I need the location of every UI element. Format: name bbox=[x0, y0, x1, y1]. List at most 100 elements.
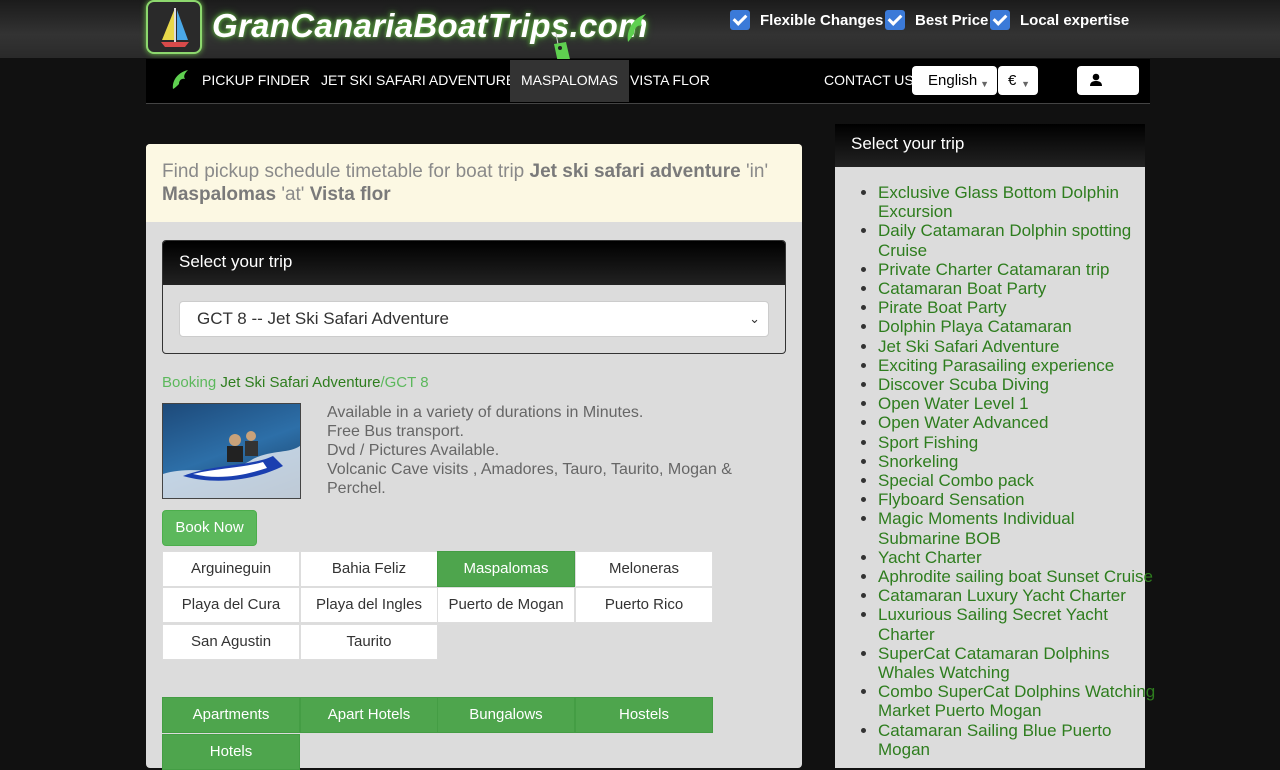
notice-text: 'at' bbox=[276, 184, 310, 205]
location-playa-del-cura[interactable]: Playa del Cura bbox=[162, 587, 300, 623]
list-item: Sport Fishing bbox=[878, 433, 1160, 452]
dolphin-icon bbox=[627, 14, 646, 42]
checkmark-icon bbox=[990, 10, 1010, 30]
nav-vista-flor[interactable]: VISTA FLOR bbox=[619, 60, 721, 102]
jet-ski-image bbox=[163, 431, 300, 498]
notice-text: 'in' bbox=[740, 161, 769, 182]
sidebar-trip-link[interactable]: Catamaran Sailing Blue Puerto Mogan bbox=[878, 721, 1111, 759]
sidebar-trip-link[interactable]: Catamaran Luxury Yacht Charter bbox=[878, 586, 1126, 605]
list-item: Catamaran Luxury Yacht Charter bbox=[878, 586, 1160, 605]
list-item: Aphrodite sailing boat Sunset Cruise bbox=[878, 567, 1160, 586]
sidebar-trip-link[interactable]: SuperCat Catamaran Dolphins Whales Watch… bbox=[878, 644, 1110, 682]
trip-description: Available in a variety of durations in M… bbox=[322, 403, 782, 498]
list-item: Exclusive Glass Bottom Dolphin Excursion bbox=[878, 183, 1160, 221]
caret-down-icon: ▼ bbox=[980, 79, 989, 89]
sidebar-trip-link[interactable]: Special Combo pack bbox=[878, 471, 1034, 490]
location-puerto-rico[interactable]: Puerto Rico bbox=[575, 587, 713, 623]
feature-flexible-changes: Flexible Changes bbox=[730, 8, 883, 32]
list-item: Catamaran Sailing Blue Puerto Mogan bbox=[878, 721, 1160, 759]
select-trip-panel: Select your trip GCT 8 -- Jet Ski Safari… bbox=[162, 240, 786, 354]
sidebar-trip-link[interactable]: Open Water Level 1 bbox=[878, 394, 1029, 413]
location-san-agustin[interactable]: San Agustin bbox=[162, 624, 300, 660]
description-line: Free Bus transport. bbox=[327, 423, 464, 440]
breadcrumb-trip-link[interactable]: Jet Ski Safari Adventure bbox=[220, 374, 380, 391]
nav-maspalomas[interactable]: MASPALOMAS bbox=[510, 60, 629, 102]
sidebar-trip-link[interactable]: Flyboard Sensation bbox=[878, 490, 1024, 509]
location-arguineguin[interactable]: Arguineguin bbox=[162, 551, 300, 587]
sidebar-trip-link[interactable]: Sport Fishing bbox=[878, 433, 978, 452]
user-account-button[interactable] bbox=[1077, 66, 1139, 95]
sidebar-trip-link[interactable]: Magic Moments Individual Submarine BOB bbox=[878, 509, 1075, 547]
category-apartments[interactable]: Apartments bbox=[162, 697, 300, 733]
logo-badge[interactable] bbox=[146, 0, 202, 54]
nav-jet-ski-safari[interactable]: JET SKI SAFARI ADVENTURE bbox=[310, 60, 526, 102]
breadcrumb-code: /GCT 8 bbox=[380, 374, 429, 391]
sidebar-trip-link[interactable]: Daily Catamaran Dolphin spotting Cruise bbox=[878, 221, 1131, 259]
category-apart-hotels[interactable]: Apart Hotels bbox=[300, 697, 438, 733]
sidebar-trip-link[interactable]: Private Charter Catamaran trip bbox=[878, 260, 1109, 279]
sidebar-trip-link[interactable]: Open Water Advanced bbox=[878, 413, 1048, 432]
location-bahia-feliz[interactable]: Bahia Feliz bbox=[300, 551, 438, 587]
sidebar-trip-link[interactable]: Exclusive Glass Bottom Dolphin Excursion bbox=[878, 183, 1119, 221]
location-taurito[interactable]: Taurito bbox=[300, 624, 438, 660]
feature-best-price: Best Price bbox=[885, 8, 988, 32]
notice-area: Maspalomas bbox=[162, 184, 277, 205]
sidebar-trip-link[interactable]: Combo SuperCat Dolphins Watching Market … bbox=[878, 682, 1155, 720]
list-item: Snorkeling bbox=[878, 452, 1160, 471]
category-hostels[interactable]: Hostels bbox=[575, 697, 713, 733]
language-select[interactable]: English ▼ bbox=[912, 66, 997, 95]
sidebar-trip-link[interactable]: Jet Ski Safari Adventure bbox=[878, 337, 1059, 356]
list-item: Jet Ski Safari Adventure bbox=[878, 337, 1160, 356]
sidebar-trip-list: Select your trip Exclusive Glass Bottom … bbox=[835, 124, 1155, 768]
list-item: Magic Moments Individual Submarine BOB bbox=[878, 509, 1160, 547]
list-item: Exciting Parasailing experience bbox=[878, 356, 1160, 375]
pickup-notice: Find pickup schedule timetable for boat … bbox=[146, 144, 802, 222]
list-item: Catamaran Boat Party bbox=[878, 279, 1160, 298]
description-line: Available in a variety of durations in M… bbox=[327, 404, 644, 421]
location-meloneras[interactable]: Meloneras bbox=[575, 551, 713, 587]
nav-contact-us[interactable]: CONTACT US bbox=[813, 60, 925, 102]
language-value: English bbox=[928, 72, 978, 89]
list-item: Discover Scuba Diving bbox=[878, 375, 1160, 394]
category-hotels[interactable]: Hotels bbox=[162, 734, 300, 770]
notice-trip: Jet ski safari adventure bbox=[529, 161, 741, 182]
sidebar-list: Exclusive Glass Bottom Dolphin Excursion… bbox=[858, 183, 1160, 759]
checkmark-icon bbox=[730, 10, 750, 30]
location-maspalomas[interactable]: Maspalomas bbox=[437, 551, 575, 587]
list-item: Luxurious Sailing Secret Yacht Charter bbox=[878, 605, 1160, 643]
caret-down-icon: ▼ bbox=[1021, 79, 1030, 89]
list-item: SuperCat Catamaran Dolphins Whales Watch… bbox=[878, 644, 1160, 682]
sidebar-trip-link[interactable]: Pirate Boat Party bbox=[878, 298, 1007, 317]
sidebar-trip-link[interactable]: Luxurious Sailing Secret Yacht Charter bbox=[878, 605, 1108, 643]
site-logo-text[interactable]: GranCanariaBoatTrips.com bbox=[212, 6, 648, 46]
location-puerto-de-mogan[interactable]: Puerto de Mogan bbox=[437, 587, 575, 623]
list-item: Combo SuperCat Dolphins Watching Market … bbox=[878, 682, 1160, 720]
breadcrumb: Booking Jet Ski Safari Adventure/GCT 8 bbox=[162, 374, 429, 392]
list-item: Dolphin Playa Catamaran bbox=[878, 317, 1160, 336]
feature-local-expertise: Local expertise bbox=[990, 8, 1129, 32]
checkmark-icon bbox=[885, 10, 905, 30]
book-now-button[interactable]: Book Now bbox=[162, 510, 257, 546]
sidebar-trip-link[interactable]: Yacht Charter bbox=[878, 548, 982, 567]
list-item: Yacht Charter bbox=[878, 548, 1160, 567]
list-item: Open Water Level 1 bbox=[878, 394, 1160, 413]
trip-select[interactable]: GCT 8 -- Jet Ski Safari Adventure ⌄ bbox=[179, 301, 769, 337]
breadcrumb-prefix: Booking bbox=[162, 374, 221, 391]
chevron-down-icon: ⌄ bbox=[749, 311, 760, 326]
list-item: Special Combo pack bbox=[878, 471, 1160, 490]
sidebar-trip-link[interactable]: Dolphin Playa Catamaran bbox=[878, 317, 1072, 336]
currency-select[interactable]: € ▼ bbox=[998, 66, 1038, 95]
trip-select-value: GCT 8 -- Jet Ski Safari Adventure bbox=[197, 309, 449, 328]
sidebar-trip-link[interactable]: Exciting Parasailing experience bbox=[878, 356, 1114, 375]
list-item: Private Charter Catamaran trip bbox=[878, 260, 1160, 279]
nav-pickup-finder[interactable]: PICKUP FINDER bbox=[191, 60, 321, 102]
sidebar-trip-link[interactable]: Snorkeling bbox=[878, 452, 958, 471]
sidebar-heading: Select your trip bbox=[835, 124, 1145, 167]
location-playa-del-ingles[interactable]: Playa del Ingles bbox=[300, 587, 438, 623]
sidebar-trip-link[interactable]: Discover Scuba Diving bbox=[878, 375, 1049, 394]
sidebar-trip-link[interactable]: Catamaran Boat Party bbox=[878, 279, 1046, 298]
notice-place: Vista flor bbox=[309, 184, 391, 205]
sidebar-trip-link[interactable]: Aphrodite sailing boat Sunset Cruise bbox=[878, 567, 1153, 586]
sailboat-icon bbox=[161, 8, 189, 47]
category-bungalows[interactable]: Bungalows bbox=[437, 697, 575, 733]
